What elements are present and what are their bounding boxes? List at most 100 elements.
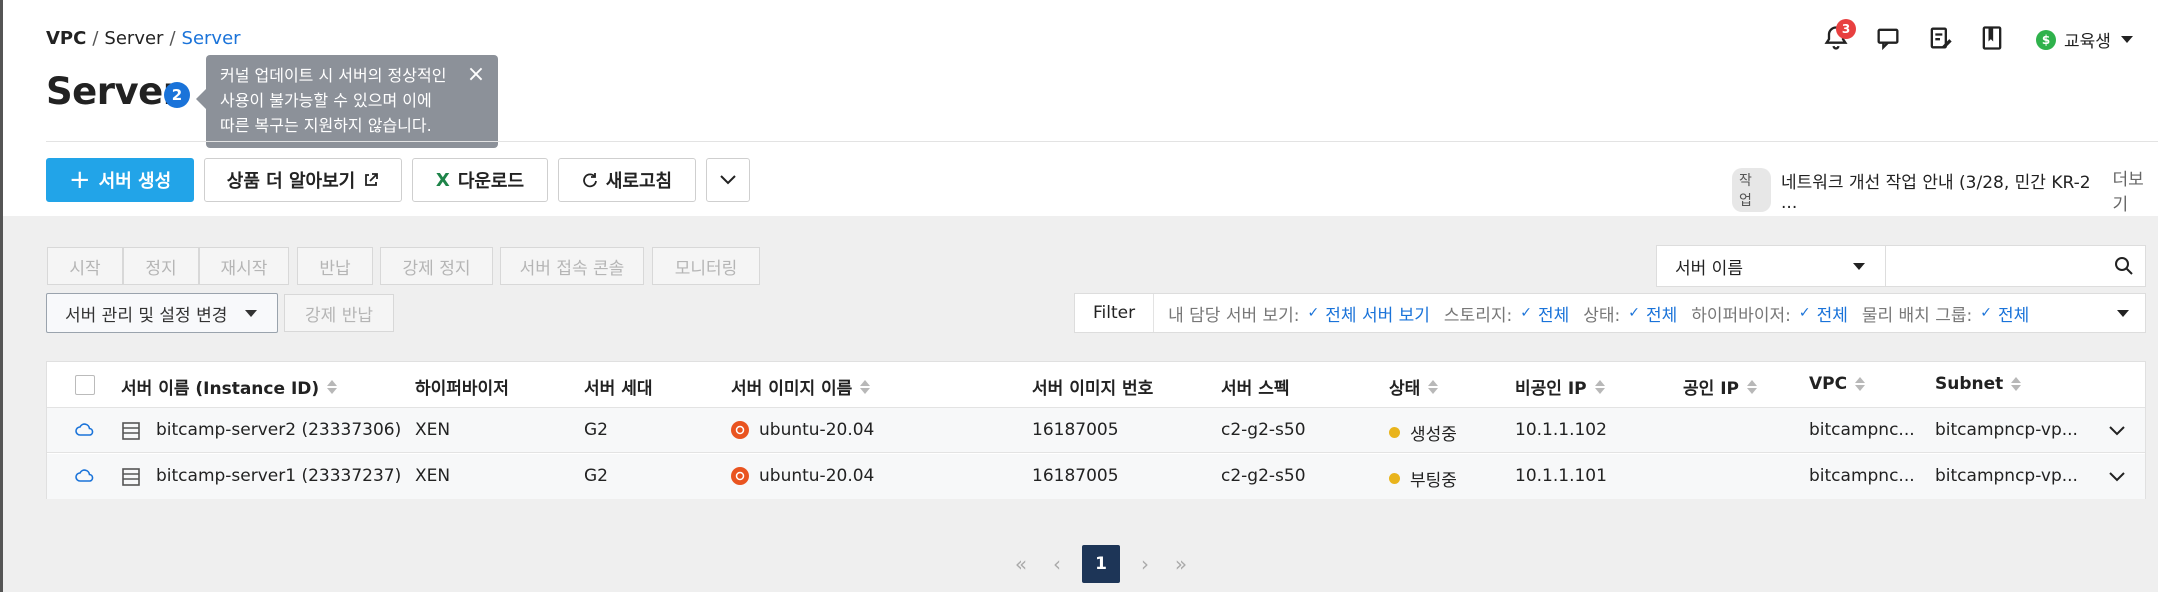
start-button[interactable]: 시작 bbox=[47, 247, 123, 285]
prev-page-icon[interactable]: ‹ bbox=[1046, 552, 1068, 576]
check-icon: ✓ bbox=[1520, 305, 1532, 321]
filter-hypervisor[interactable]: 하이퍼바이저: ✓ 전체 bbox=[1691, 301, 1848, 326]
sort-icon bbox=[1746, 379, 1757, 394]
sort-icon bbox=[2011, 377, 2022, 391]
server-spec: c2-g2-s50 bbox=[1221, 466, 1306, 486]
filter-placement-group[interactable]: 물리 배치 그룹: ✓ 전체 bbox=[1862, 301, 2029, 326]
pagination: « ‹ 1 › » bbox=[1010, 545, 1192, 583]
monitoring-button[interactable]: 모니터링 bbox=[652, 247, 760, 285]
image-cell: ubuntu-20.04 bbox=[731, 466, 874, 486]
filter-key: 스토리지: bbox=[1443, 305, 1513, 326]
filter-bar[interactable]: Filter 내 담당 서버 보기: ✓ 전체 서버 보기 스토리지: ✓ 전체 상… bbox=[1074, 293, 2146, 333]
table-row[interactable]: bitcamp-server1 (23337237) XEN G2 ubuntu… bbox=[47, 454, 2145, 499]
server-manage-dropdown[interactable]: 서버 관리 및 설정 변경 bbox=[46, 293, 278, 333]
status-dot bbox=[1389, 473, 1400, 484]
status-cell: 생성중 bbox=[1389, 420, 1457, 445]
server-table: 서버 이름 (Instance ID) 하이퍼바이저 서버 세대 서버 이미지 … bbox=[46, 361, 2146, 499]
table-header: 서버 이름 (Instance ID) 하이퍼바이저 서버 세대 서버 이미지 … bbox=[47, 362, 2145, 408]
return-button[interactable]: 반납 bbox=[297, 247, 373, 285]
hypervisor: XEN bbox=[415, 466, 451, 486]
col-image-no: 서버 이미지 번호 bbox=[1032, 374, 1153, 399]
first-page-icon[interactable]: « bbox=[1010, 552, 1032, 576]
col-subnet[interactable]: Subnet bbox=[1935, 374, 2022, 394]
search-field-select[interactable]: 서버 이름 bbox=[1656, 245, 1886, 287]
breadcrumb-separator: / bbox=[92, 28, 99, 49]
filter-value: 전체 bbox=[1537, 305, 1570, 326]
check-icon: ✓ bbox=[1628, 305, 1640, 321]
title-help-badge[interactable]: 2 bbox=[164, 82, 190, 108]
col-label: VPC bbox=[1809, 374, 1848, 394]
server-name[interactable]: bitcamp-server1 (23337237) bbox=[156, 466, 401, 486]
server-icon bbox=[122, 422, 140, 440]
refresh-button[interactable]: 새로고침 bbox=[558, 158, 696, 202]
col-image-name[interactable]: 서버 이미지 이름 bbox=[731, 374, 871, 399]
vpc-name: bitcampnc... bbox=[1809, 466, 1915, 486]
search-input[interactable] bbox=[1886, 245, 2146, 287]
restart-button[interactable]: 재시작 bbox=[199, 247, 289, 285]
server-name[interactable]: bitcamp-server2 (23337306) bbox=[156, 420, 401, 440]
create-server-button[interactable]: + 서버 생성 bbox=[46, 158, 194, 202]
page-number[interactable]: 1 bbox=[1082, 545, 1120, 583]
breadcrumb-current[interactable]: Server bbox=[182, 28, 241, 49]
user-menu[interactable]: $ 교육생 bbox=[2036, 27, 2133, 52]
breadcrumb-separator: / bbox=[169, 28, 176, 49]
force-stop-button[interactable]: 강제 정지 bbox=[380, 247, 493, 285]
generation: G2 bbox=[584, 466, 608, 486]
col-spec: 서버 스펙 bbox=[1221, 374, 1289, 399]
check-icon: ✓ bbox=[1798, 305, 1811, 321]
create-server-label: 서버 생성 bbox=[98, 171, 172, 192]
notice-more-link[interactable]: 더보기 bbox=[2112, 165, 2158, 215]
col-label: Subnet bbox=[1935, 374, 2004, 394]
col-name[interactable]: 서버 이름 (Instance ID) bbox=[121, 374, 338, 399]
refresh-label: 새로고침 bbox=[605, 171, 673, 192]
check-icon: ✓ bbox=[1307, 305, 1320, 321]
book-icon[interactable] bbox=[1978, 24, 2006, 52]
table-row[interactable]: bitcamp-server2 (23337306) XEN G2 ubuntu… bbox=[47, 408, 2145, 453]
chat-icon[interactable] bbox=[1874, 24, 1902, 52]
filter-expand-icon[interactable] bbox=[2117, 310, 2129, 317]
breadcrumb-vpc[interactable]: VPC bbox=[46, 28, 86, 49]
image-cell: ubuntu-20.04 bbox=[731, 420, 874, 440]
sort-icon bbox=[1855, 377, 1866, 391]
filter-storage[interactable]: 스토리지: ✓ 전체 bbox=[1444, 301, 1569, 326]
search-icon[interactable] bbox=[2114, 256, 2134, 276]
stop-button[interactable]: 정지 bbox=[123, 247, 199, 285]
select-all-checkbox[interactable] bbox=[75, 375, 95, 395]
force-return-button[interactable]: 강제 반납 bbox=[284, 294, 394, 332]
row-expand-chevron-icon[interactable] bbox=[2107, 466, 2127, 486]
col-label: 공인 IP bbox=[1683, 379, 1739, 399]
col-public-ip[interactable]: 공인 IP bbox=[1683, 374, 1757, 399]
filter-my-servers[interactable]: 내 담당 서버 보기: ✓ 전체 서버 보기 bbox=[1168, 301, 1430, 326]
filter-label[interactable]: Filter bbox=[1075, 294, 1155, 332]
download-button[interactable]: X 다운로드 bbox=[412, 158, 548, 202]
refresh-icon bbox=[583, 173, 597, 188]
notice-banner[interactable]: 작업 네트워크 개선 작업 안내 (3/28, 민간 KR-2 ... 더보기 bbox=[1732, 165, 2158, 215]
col-vpc[interactable]: VPC bbox=[1809, 374, 1866, 394]
next-page-icon[interactable]: › bbox=[1134, 552, 1156, 576]
status-text: 부팅중 bbox=[1410, 471, 1457, 491]
image-number: 16187005 bbox=[1032, 466, 1119, 486]
row-expand-chevron-icon[interactable] bbox=[2107, 420, 2127, 440]
notice-text[interactable]: 네트워크 개선 작업 안내 (3/28, 민간 KR-2 ... bbox=[1781, 168, 2102, 213]
generation: G2 bbox=[584, 420, 608, 440]
edit-note-icon[interactable] bbox=[1926, 24, 1954, 52]
col-private-ip[interactable]: 비공인 IP bbox=[1515, 374, 1605, 399]
filter-status[interactable]: 상태: ✓ 전체 bbox=[1583, 301, 1677, 326]
filter-key: 내 담당 서버 보기: bbox=[1168, 305, 1300, 326]
col-label: 서버 세대 bbox=[584, 379, 653, 399]
col-status[interactable]: 상태 bbox=[1389, 374, 1439, 399]
more-toggle-button[interactable] bbox=[706, 158, 750, 202]
last-page-icon[interactable]: » bbox=[1170, 552, 1192, 576]
col-label: 서버 스펙 bbox=[1221, 379, 1290, 399]
breadcrumb-server[interactable]: Server bbox=[104, 28, 163, 49]
caret-down-icon bbox=[1853, 263, 1865, 270]
subnet-name: bitcampncp-vp... bbox=[1935, 420, 2078, 440]
console-button[interactable]: 서버 접속 콘솔 bbox=[500, 247, 644, 285]
image-number: 16187005 bbox=[1032, 420, 1119, 440]
tooltip-line: 커널 업데이트 시 서버의 정상적인 bbox=[220, 66, 447, 85]
tooltip-close-icon[interactable]: × bbox=[466, 64, 486, 86]
learn-more-button[interactable]: 상품 더 알아보기 bbox=[204, 158, 402, 202]
col-label: 비공인 IP bbox=[1515, 379, 1587, 399]
check-icon: ✓ bbox=[1980, 305, 1992, 321]
user-name: 교육생 bbox=[2064, 32, 2111, 52]
